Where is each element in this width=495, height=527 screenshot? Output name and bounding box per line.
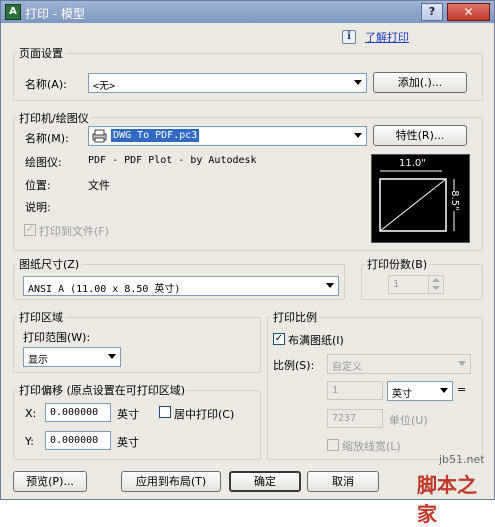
- close-button[interactable]: ✕: [447, 3, 490, 21]
- chevron-down-icon: [354, 133, 362, 138]
- watermark-logo: jb51.net 脚本之家: [411, 453, 495, 526]
- plot-range-select[interactable]: 显示: [23, 347, 121, 367]
- apply-to-layout-button[interactable]: 应用到布局(T): [121, 471, 221, 492]
- scale-value1: 1: [332, 385, 339, 396]
- scale-value2-input[interactable]: 7237: [327, 409, 383, 428]
- paper-size-value: ANSI A (11.00 x 8.50 英寸): [28, 284, 181, 295]
- copies-spinner[interactable]: [428, 275, 443, 294]
- paper-size-label: 图纸尺寸(Z): [17, 256, 82, 272]
- plot-range-label: 打印范围(W):: [23, 331, 91, 344]
- center-plot-label: 居中打印(C): [174, 408, 235, 421]
- page-setup-label: 页面设置: [17, 45, 65, 61]
- print-to-file-checkbox[interactable]: ✓: [24, 224, 36, 236]
- copies-label: 打印份数(B): [365, 256, 430, 272]
- plotter-value: PDF - PDF Plot - by Autodesk: [88, 155, 257, 166]
- scale-value: 自定义: [332, 362, 362, 373]
- autocad-app-icon: A: [5, 4, 21, 20]
- preview-width-label: 11.0": [398, 158, 427, 169]
- offset-x-input[interactable]: 0.000000: [45, 403, 111, 422]
- location-value: 文件: [88, 179, 110, 192]
- printer-label: 打印机/绘图仪: [17, 110, 91, 126]
- paper-size-select[interactable]: ANSI A (11.00 x 8.50 英寸): [23, 276, 339, 296]
- page-setup-name-value: <无>: [93, 81, 116, 92]
- print-to-file-label: 打印到文件(F): [39, 225, 109, 238]
- printer-properties-button[interactable]: 特性(R)...: [373, 125, 467, 146]
- copies-value: 1: [393, 279, 400, 290]
- preview-height-label: 8.5": [448, 190, 460, 211]
- scale-unit-value: 英寸: [392, 389, 412, 400]
- offset-x-value: 0.000000: [50, 407, 99, 418]
- scale-label: 比例(S):: [273, 359, 315, 372]
- offset-x-unit: 英寸: [117, 408, 139, 421]
- page-setup-name-label: 名称(A):: [25, 78, 67, 91]
- printer-name-select[interactable]: DWG To PDF.pc3: [88, 126, 367, 146]
- scale-unit2-label: 单位(U): [389, 414, 428, 427]
- offset-y-unit: 英寸: [117, 436, 139, 449]
- help-button[interactable]: ?: [421, 3, 443, 21]
- info-icon: i: [342, 30, 356, 44]
- scale-value1-input[interactable]: 1: [327, 381, 383, 400]
- watermark-brand: 脚本之家: [417, 473, 477, 526]
- chevron-down-icon: [458, 361, 466, 366]
- chevron-down-icon: [326, 283, 334, 288]
- paper-preview: 11.0" 8.5": [371, 154, 470, 243]
- plotter-label: 绘图仪:: [25, 156, 62, 169]
- add-page-setup-button[interactable]: 添加(.)...: [373, 72, 467, 93]
- window-title: 打印 - 模型: [25, 7, 85, 21]
- offset-x-label: X:: [25, 407, 37, 420]
- scale-lineweights-label: 缩放线宽(L): [342, 440, 401, 453]
- plot-area-label: 打印区域: [17, 309, 65, 325]
- cancel-button[interactable]: 取消: [307, 471, 379, 492]
- printer-icon: [92, 129, 107, 143]
- print-dialog: A 打印 - 模型 ? ✕ i 了解打印 页面设置 名称(A): <无> 添加(…: [0, 0, 495, 526]
- scale-lineweights-checkbox[interactable]: [327, 439, 339, 451]
- fit-to-paper-checkbox[interactable]: ✓: [273, 333, 285, 345]
- description-label: 说明:: [25, 201, 51, 214]
- watermark-site: jb51.net: [439, 453, 485, 466]
- equals-sign: =: [457, 383, 467, 396]
- center-plot-checkbox[interactable]: [159, 406, 171, 418]
- scale-unit-select[interactable]: 英寸: [387, 381, 453, 401]
- scale-select[interactable]: 自定义: [327, 354, 471, 374]
- plot-offset-label: 打印偏移 (原点设置在可打印区域): [17, 382, 188, 398]
- plot-scale-label: 打印比例: [271, 309, 319, 325]
- printer-name-value: DWG To PDF.pc3: [111, 129, 200, 142]
- chevron-down-icon: [108, 354, 116, 359]
- offset-y-value: 0.000000: [50, 435, 99, 446]
- offset-y-input[interactable]: 0.000000: [45, 431, 111, 450]
- offset-y-label: Y:: [25, 435, 34, 448]
- printer-name-label: 名称(M):: [25, 132, 69, 145]
- page-setup-name-select[interactable]: <无>: [88, 73, 367, 93]
- preview-button[interactable]: 预览(P)...: [13, 471, 87, 492]
- ok-button[interactable]: 确定: [229, 471, 301, 492]
- learn-printing-link[interactable]: 了解打印: [365, 29, 409, 45]
- plot-range-value: 显示: [28, 355, 48, 366]
- chevron-down-icon: [354, 80, 362, 85]
- title-bar: A 打印 - 模型 ? ✕: [1, 1, 494, 23]
- location-label: 位置:: [25, 179, 51, 192]
- scale-value2: 7237: [332, 413, 357, 424]
- fit-to-paper-label: 布满图纸(I): [288, 334, 344, 347]
- chevron-down-icon: [440, 388, 448, 393]
